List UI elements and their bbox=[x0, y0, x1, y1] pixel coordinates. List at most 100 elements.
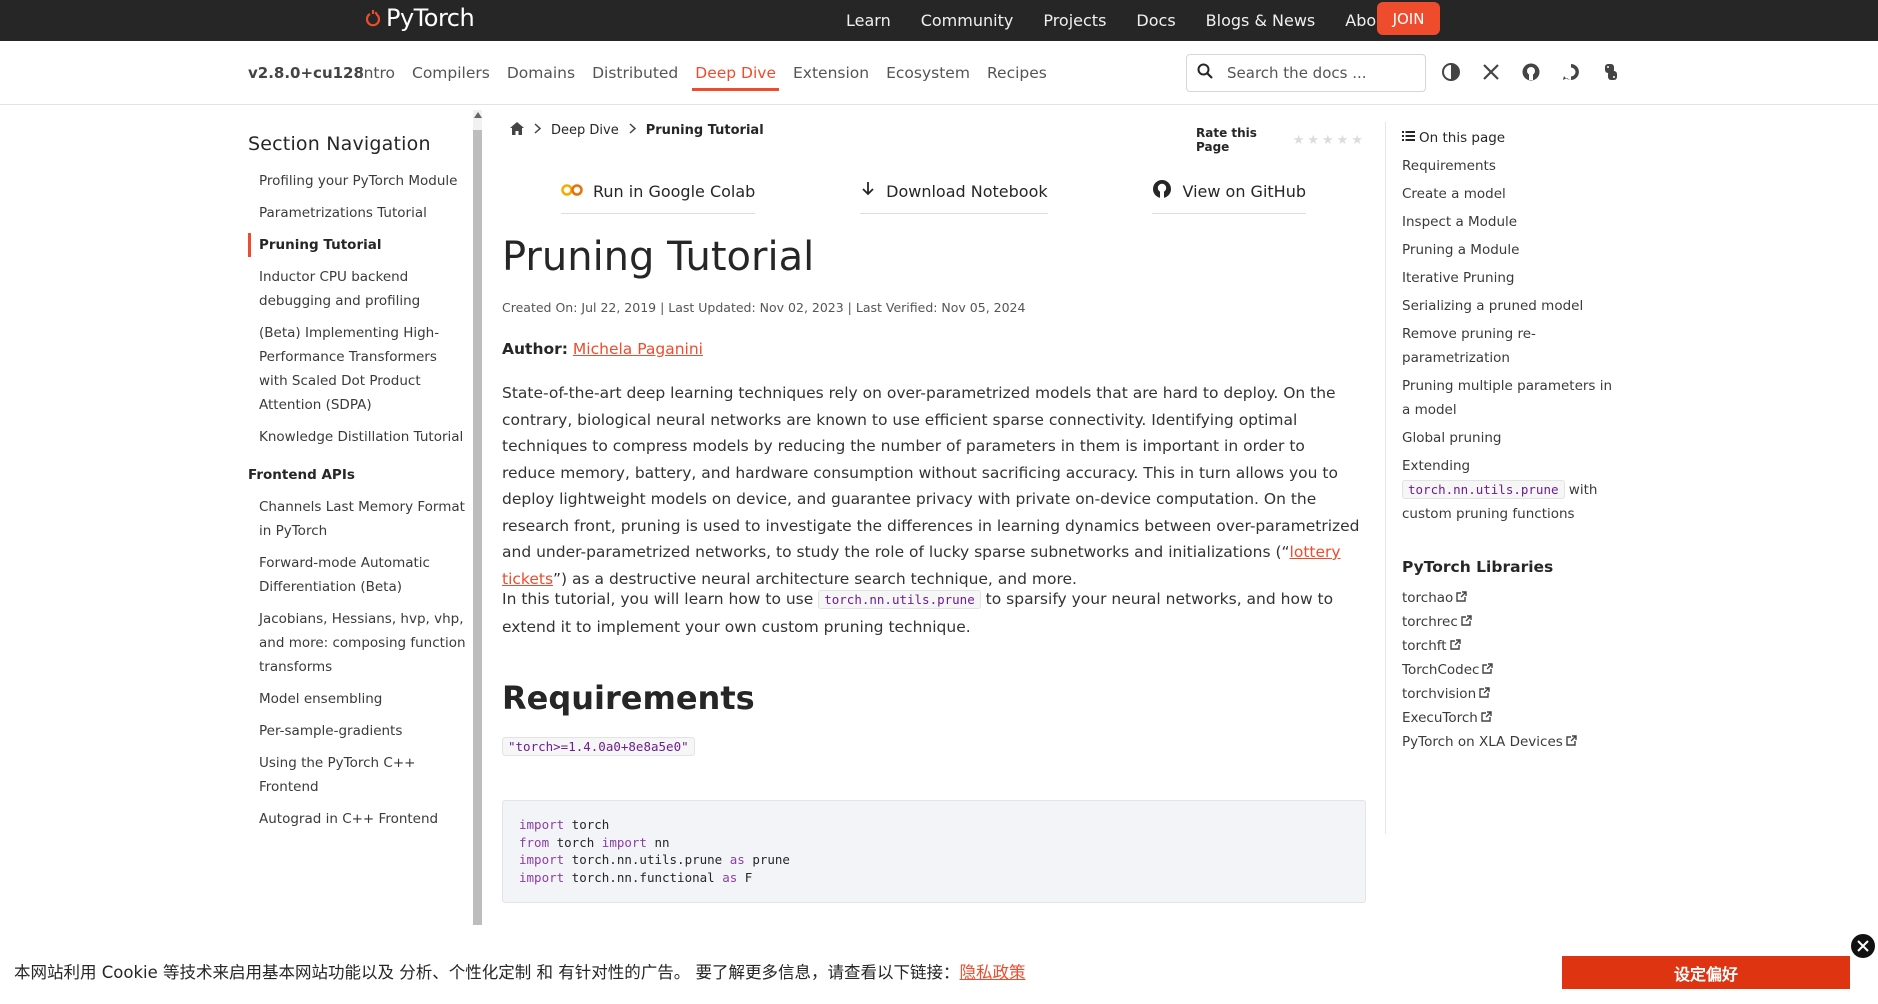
tab-domains[interactable]: Domains bbox=[507, 58, 575, 88]
lib-link-pytorch-xla[interactable]: PyTorch on XLA Devices bbox=[1402, 730, 1622, 754]
download-icon bbox=[860, 181, 876, 201]
search-icon bbox=[1197, 63, 1213, 84]
external-link-icon bbox=[1461, 610, 1472, 634]
rating-stars[interactable]: ★★★★★ bbox=[1293, 133, 1366, 148]
intro-text-a: State-of-the-art deep learning technique… bbox=[502, 384, 1360, 561]
pytorch-logo[interactable]: PyTorch bbox=[365, 4, 475, 32]
tab-extension[interactable]: Extension bbox=[793, 58, 869, 88]
toc-divider bbox=[1385, 122, 1386, 834]
scroll-up-arrow-icon[interactable] bbox=[473, 112, 482, 118]
nav-item-parametrizations[interactable]: Parametrizations Tutorial bbox=[248, 201, 466, 225]
view-on-github-button[interactable]: View on GitHub bbox=[1152, 179, 1306, 214]
lib-link-torchao[interactable]: torchao bbox=[1402, 586, 1622, 610]
nav-item-cpp-frontend[interactable]: Using the PyTorch C++ Frontend bbox=[248, 751, 466, 799]
tutorial-paragraph: In this tutorial, you will learn how to … bbox=[502, 586, 1362, 640]
header-icons bbox=[1440, 61, 1621, 82]
run-in-colab-button[interactable]: Run in Google Colab bbox=[561, 179, 756, 214]
version-switcher[interactable]: v2.8.0+cu128 bbox=[248, 64, 364, 82]
code-block[interactable]: import torch from torch import nn import… bbox=[502, 800, 1366, 903]
external-link-icon bbox=[1449, 634, 1461, 658]
nav-item-jacobians-hessians[interactable]: Jacobians, Hessians, hvp, vhp, and more:… bbox=[248, 607, 466, 679]
scrollbar-thumb[interactable] bbox=[473, 130, 482, 925]
toc-global-pruning[interactable]: Global pruning bbox=[1402, 426, 1622, 450]
toc-pruning-module[interactable]: Pruning a Module bbox=[1402, 238, 1622, 262]
download-notebook-label: Download Notebook bbox=[886, 181, 1048, 201]
discourse-icon[interactable] bbox=[1560, 61, 1581, 82]
x-twitter-icon[interactable] bbox=[1480, 61, 1501, 82]
author-link[interactable]: Michela Paganini bbox=[573, 340, 703, 358]
nav-item-model-ensembling[interactable]: Model ensembling bbox=[248, 687, 466, 711]
nav-projects[interactable]: Projects bbox=[1043, 11, 1106, 30]
intro-paragraph: State-of-the-art deep learning technique… bbox=[502, 380, 1362, 592]
download-notebook-button[interactable]: Download Notebook bbox=[860, 179, 1048, 214]
tab-deep-dive[interactable]: Deep Dive bbox=[692, 58, 779, 91]
nav-docs[interactable]: Docs bbox=[1136, 11, 1175, 30]
rate-label: Rate this Page bbox=[1196, 126, 1257, 154]
requirement-line: "torch>=1.4.0a0+8e8a5e0" bbox=[502, 737, 695, 756]
colab-icon bbox=[561, 182, 583, 201]
nav-item-knowledge-distillation[interactable]: Knowledge Distillation Tutorial bbox=[248, 425, 466, 449]
pytorch-libraries-heading: PyTorch Libraries bbox=[1402, 558, 1554, 576]
code-line: import torch bbox=[519, 817, 610, 832]
nav-item-profiling[interactable]: Profiling your PyTorch Module bbox=[248, 169, 466, 193]
cookie-banner: 本网站利用 Cookie 等技术来启用基本网站功能以及 分析、个性化定制 和 有… bbox=[0, 932, 1878, 1004]
nav-learn[interactable]: Learn bbox=[846, 11, 891, 30]
prune-module-code: torch.nn.utils.prune bbox=[818, 590, 981, 609]
chevron-right-icon bbox=[534, 123, 542, 138]
sidebar-scrollbar[interactable] bbox=[473, 110, 482, 925]
search-box[interactable] bbox=[1186, 54, 1426, 92]
tutorial-text-a: In this tutorial, you will learn how to … bbox=[502, 590, 819, 608]
logo-wordmark: PyTorch bbox=[386, 4, 475, 32]
join-button[interactable]: JOIN bbox=[1377, 2, 1440, 35]
author-label: Author bbox=[502, 340, 562, 358]
toc-inspect-module[interactable]: Inspect a Module bbox=[1402, 210, 1622, 234]
toc-requirements[interactable]: Requirements bbox=[1402, 154, 1622, 178]
toc-multiple-parameters[interactable]: Pruning multiple parameters in a model bbox=[1402, 374, 1622, 422]
privacy-policy-link[interactable]: 隐私政策 bbox=[959, 963, 1025, 982]
torch-version-requirement: "torch>=1.4.0a0+8e8a5e0" bbox=[502, 737, 695, 756]
toc-extending[interactable]: Extending torch.nn.utils.prune with custo… bbox=[1402, 454, 1622, 526]
close-icon[interactable] bbox=[1851, 934, 1875, 958]
tab-intro[interactable]: Intro bbox=[359, 58, 395, 88]
cookie-preferences-button[interactable]: 设定偏好 bbox=[1562, 956, 1850, 989]
nav-item-inductor-cpu[interactable]: Inductor CPU backend debugging and profi… bbox=[248, 265, 466, 313]
theme-toggle-icon[interactable] bbox=[1440, 61, 1461, 82]
lib-link-executorch[interactable]: ExecuTorch bbox=[1402, 706, 1622, 730]
top-navbar: PyTorch Learn Community Projects Docs Bl… bbox=[0, 0, 1878, 41]
nav-item-pruning-active[interactable]: Pruning Tutorial bbox=[248, 233, 466, 257]
lib-link-torchcodec[interactable]: TorchCodec bbox=[1402, 658, 1622, 682]
tutorial-actions: Run in Google Colab Download Notebook Vi… bbox=[561, 179, 1306, 214]
toc-serializing[interactable]: Serializing a pruned model bbox=[1402, 294, 1622, 318]
code-line: import torch.nn.utils.prune as prune bbox=[519, 852, 790, 867]
home-icon[interactable] bbox=[510, 122, 524, 139]
lib-link-torchrec[interactable]: torchrec bbox=[1402, 610, 1622, 634]
nav-blogs-news[interactable]: Blogs & News bbox=[1206, 11, 1316, 30]
nav-item-per-sample-gradients[interactable]: Per-sample-gradients bbox=[248, 719, 466, 743]
requirements-heading: Requirements bbox=[502, 679, 755, 717]
tab-distributed[interactable]: Distributed bbox=[592, 58, 678, 88]
tab-compilers[interactable]: Compilers bbox=[412, 58, 490, 88]
github-icon[interactable] bbox=[1520, 61, 1541, 82]
lib-link-torchft[interactable]: torchft bbox=[1402, 634, 1622, 658]
toc-remove-reparametrization[interactable]: Remove pruning re-parametrization bbox=[1402, 322, 1622, 370]
search-input[interactable] bbox=[1227, 64, 1407, 82]
list-icon bbox=[1402, 130, 1415, 146]
nav-group-frontend-apis[interactable]: Frontend APIs bbox=[248, 467, 466, 483]
nav-item-forward-mode-ad[interactable]: Forward-mode Automatic Differentiation (… bbox=[248, 551, 466, 599]
nav-item-sdpa[interactable]: (Beta) Implementing High-Performance Tra… bbox=[248, 321, 466, 417]
breadcrumb-section[interactable]: Deep Dive bbox=[551, 123, 619, 138]
breadcrumb-current: Pruning Tutorial bbox=[645, 123, 764, 138]
python-icon[interactable] bbox=[1600, 61, 1621, 82]
tab-recipes[interactable]: Recipes bbox=[987, 58, 1047, 88]
on-this-page: On this page Requirements Create a model… bbox=[1402, 130, 1622, 754]
toc-create-model[interactable]: Create a model bbox=[1402, 182, 1622, 206]
tab-ecosystem[interactable]: Ecosystem bbox=[886, 58, 970, 88]
code-line: import torch.nn.functional as F bbox=[519, 869, 753, 885]
toc-iterative-pruning[interactable]: Iterative Pruning bbox=[1402, 266, 1622, 290]
nav-item-channels-last[interactable]: Channels Last Memory Format in PyTorch bbox=[248, 495, 466, 543]
nav-community[interactable]: Community bbox=[921, 11, 1014, 30]
nav-item-autograd-cpp[interactable]: Autograd in C++ Frontend bbox=[248, 807, 466, 831]
section-navigation-title: Section Navigation bbox=[248, 133, 431, 155]
lib-link-torchvision[interactable]: torchvision bbox=[1402, 682, 1622, 706]
external-link-icon bbox=[1479, 682, 1490, 706]
